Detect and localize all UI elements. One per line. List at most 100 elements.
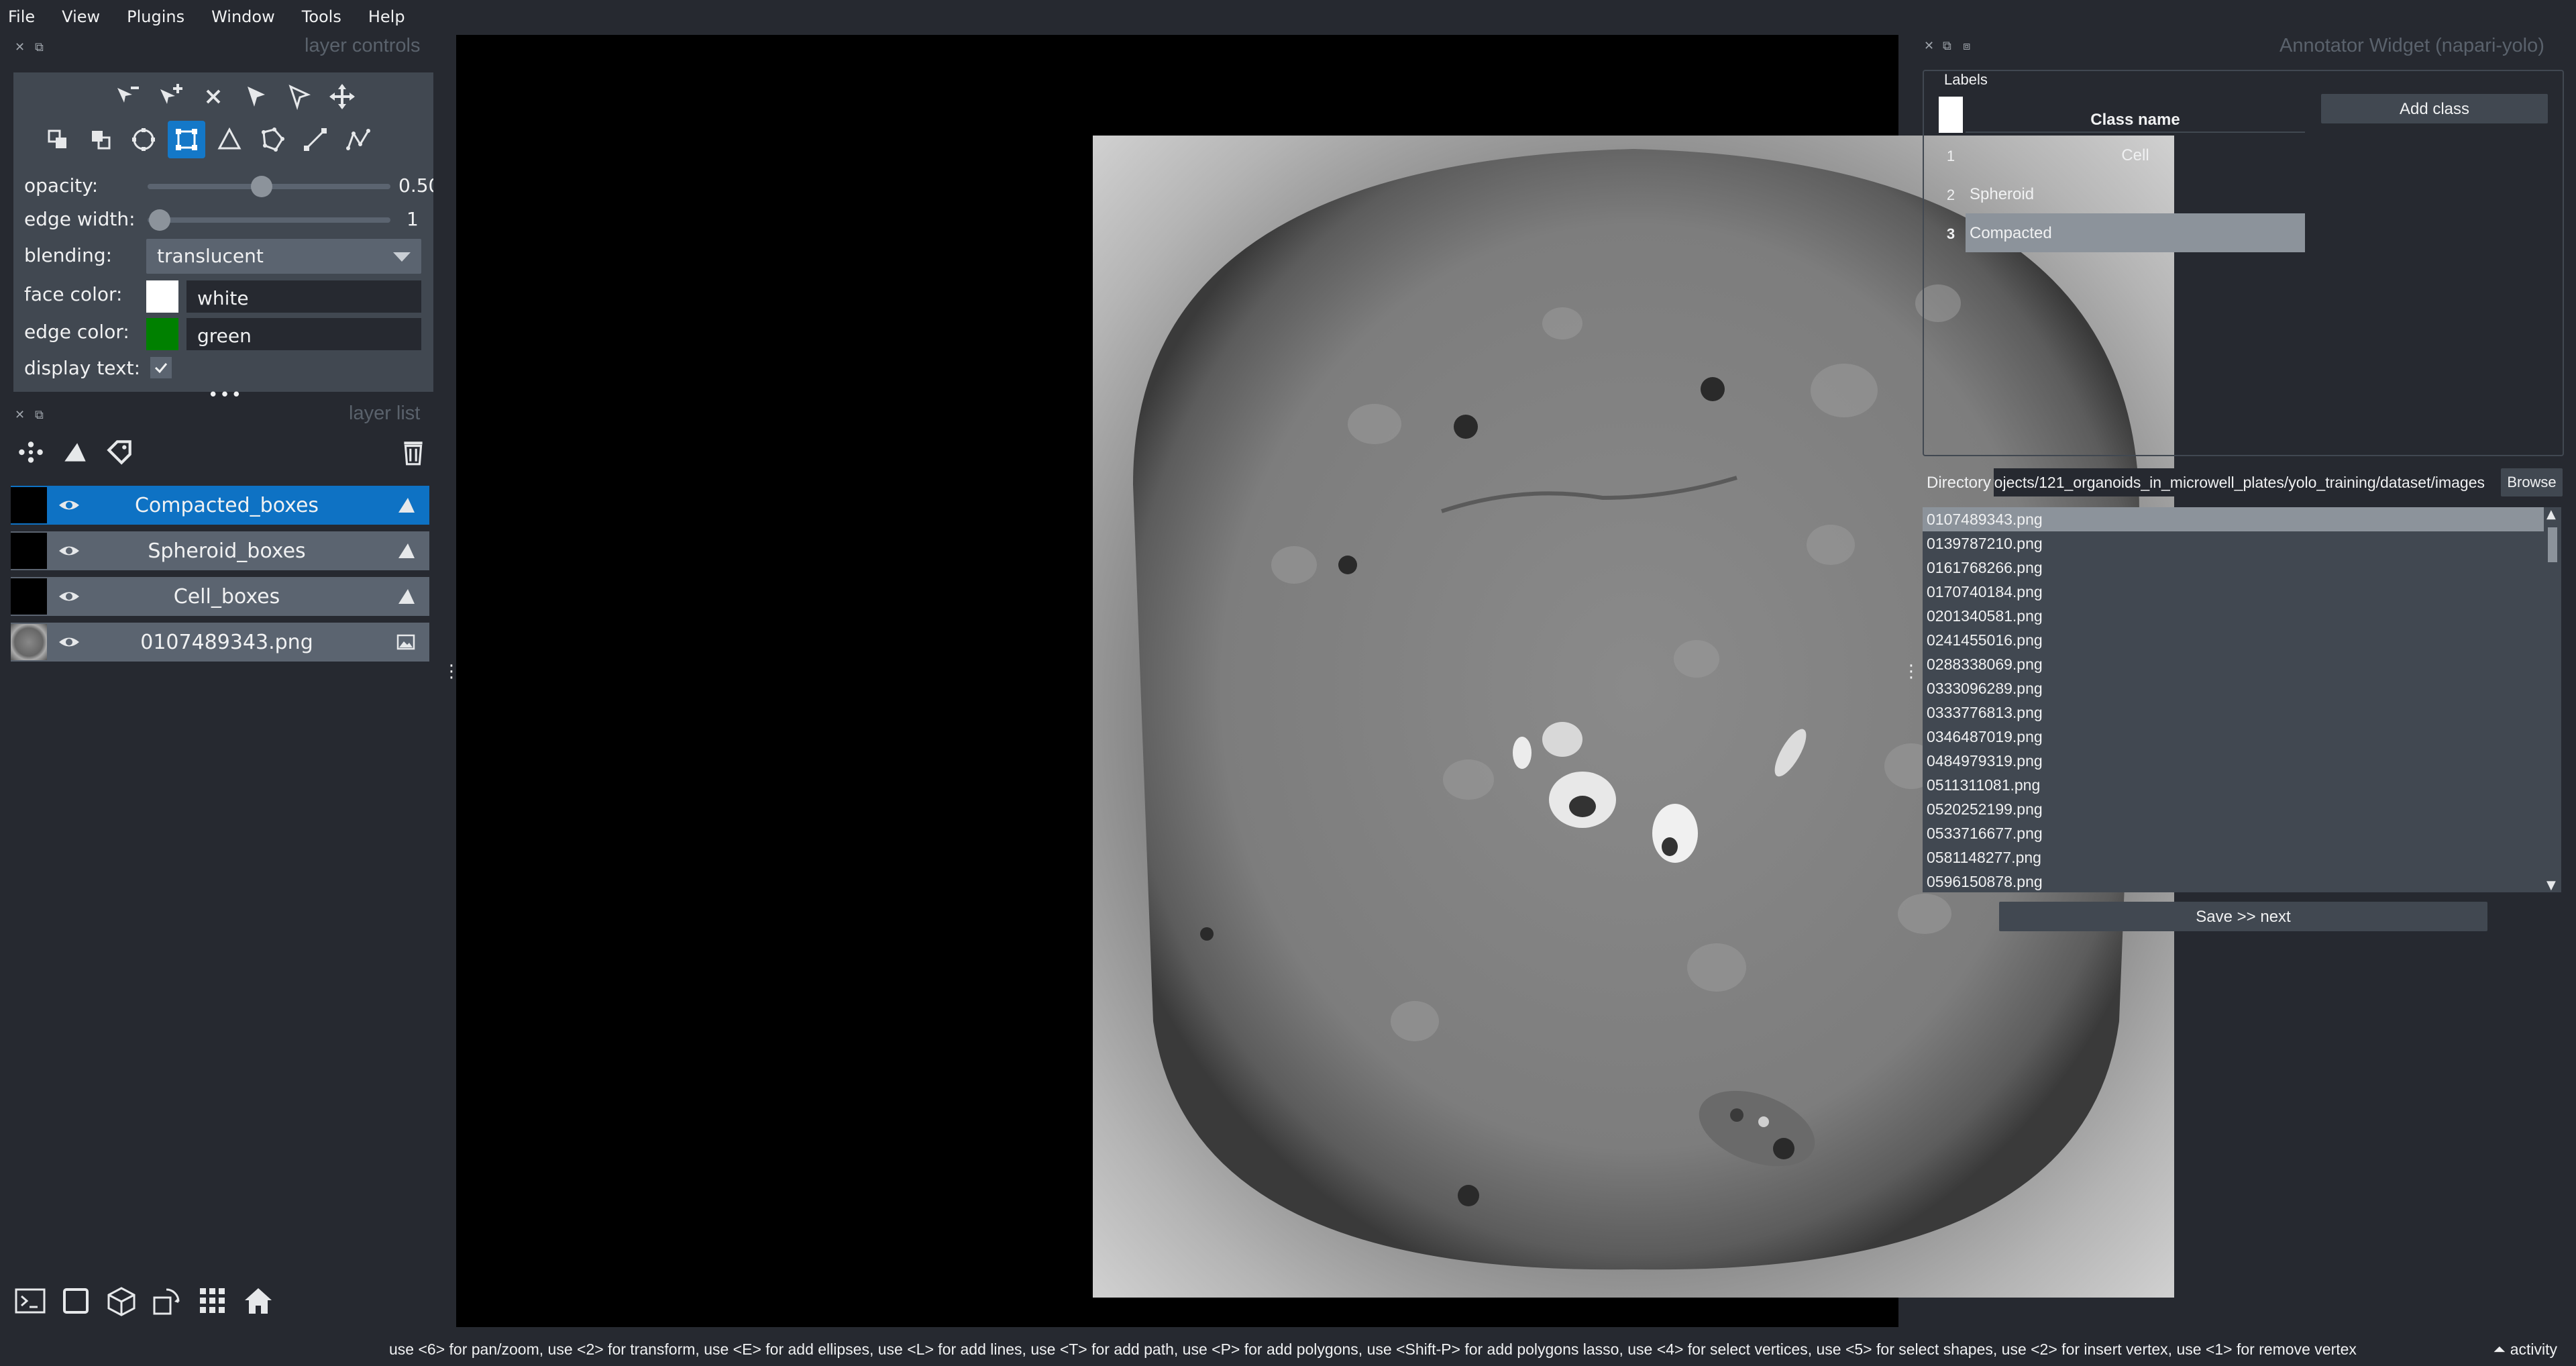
dock-close-icon[interactable]: ✕: [1924, 39, 1934, 53]
list-item[interactable]: 0170740184.png: [1923, 580, 2544, 604]
table-row[interactable]: Compacted: [1966, 213, 2305, 252]
table-row[interactable]: Cell: [1966, 136, 2305, 174]
dock-float-icon[interactable]: ⧉: [35, 40, 44, 54]
dock-float-icon[interactable]: ⧉: [1943, 39, 1951, 53]
shapes-layer-icon: [398, 498, 415, 513]
ellipse-icon[interactable]: [125, 121, 162, 158]
visibility-eye-icon[interactable]: [58, 496, 80, 514]
list-item[interactable]: 0139787210.png: [1923, 531, 2544, 556]
file-list[interactable]: 0107489343.png 0139787210.png 0161768266…: [1923, 507, 2544, 892]
add-vertex-icon[interactable]: [152, 78, 189, 115]
scrollbar-thumb[interactable]: [2548, 527, 2557, 562]
save-next-button[interactable]: Save >> next: [1999, 902, 2487, 931]
remove-vertex-icon[interactable]: [109, 78, 146, 115]
table-row[interactable]: Spheroid: [1966, 174, 2305, 213]
menu-view[interactable]: View: [62, 7, 100, 26]
pan-zoom-icon[interactable]: [323, 78, 361, 115]
list-item[interactable]: 0346487019.png: [1923, 725, 2544, 749]
opacity-slider-handle[interactable]: [251, 176, 272, 197]
table-corner[interactable]: [1939, 97, 1963, 133]
dock-float-icon[interactable]: ⧉: [35, 408, 44, 422]
face-color-swatch[interactable]: [146, 280, 178, 313]
list-item[interactable]: 0201340581.png: [1923, 604, 2544, 628]
visibility-eye-icon[interactable]: [58, 588, 80, 605]
list-item[interactable]: 0241455016.png: [1923, 628, 2544, 652]
opacity-value: 0.50: [398, 174, 433, 197]
line-icon[interactable]: [297, 121, 334, 158]
checkmark-icon: [154, 363, 168, 374]
splitter-handle-icon[interactable]: ⋮: [1902, 663, 1920, 680]
dock-close-icon[interactable]: ✕: [15, 40, 25, 54]
class-table[interactable]: Class name 1 Cell 2 Spheroid 3 Compacted: [1936, 94, 2306, 254]
menu-help[interactable]: Help: [368, 7, 405, 26]
new-points-layer-icon[interactable]: [11, 432, 51, 472]
visibility-eye-icon[interactable]: [58, 542, 80, 560]
transpose-icon[interactable]: [148, 1281, 186, 1320]
list-item[interactable]: 0520252199.png: [1923, 797, 2544, 821]
edge-color-swatch[interactable]: [146, 318, 178, 350]
home-icon[interactable]: [239, 1281, 278, 1320]
list-item[interactable]: 0107489343.png: [1923, 507, 2544, 531]
path-icon[interactable]: [339, 121, 377, 158]
edge-color-input[interactable]: green: [186, 318, 421, 350]
menu-tools[interactable]: Tools: [302, 7, 341, 26]
menu-file[interactable]: File: [8, 7, 35, 26]
labels-title: Labels: [1941, 71, 1990, 89]
display-text-checkbox[interactable]: [150, 357, 172, 378]
edge-width-slider-handle[interactable]: [149, 209, 170, 231]
select-shape-icon[interactable]: [237, 78, 275, 115]
new-shapes-layer-icon[interactable]: [55, 432, 95, 472]
splitter-handle-icon[interactable]: ⋮: [443, 663, 460, 680]
move-front-icon[interactable]: [82, 121, 119, 158]
rectangle-icon[interactable]: [168, 121, 205, 158]
menu-plugins[interactable]: Plugins: [127, 7, 184, 26]
toggle-ndisplay-icon[interactable]: [56, 1281, 95, 1320]
layer-thumbnail: [11, 624, 47, 660]
splitter-handle-icon[interactable]: •••: [208, 385, 243, 405]
layer-thumbnail: [11, 578, 47, 615]
delete-shape-icon[interactable]: [195, 78, 232, 115]
activity-button[interactable]: ⏶ activity: [2493, 1341, 2557, 1359]
viewer-canvas[interactable]: [456, 35, 2174, 1327]
list-item[interactable]: 0288338069.png: [1923, 652, 2544, 676]
scroll-down-icon[interactable]: ▼: [2546, 878, 2556, 892]
select-vertex-icon[interactable]: [280, 78, 318, 115]
layer-row[interactable]: Compacted_boxes: [11, 486, 429, 525]
edge-width-slider[interactable]: [148, 217, 390, 223]
triangle-icon[interactable]: [211, 121, 248, 158]
add-class-button[interactable]: Add class: [2321, 94, 2548, 123]
visibility-eye-icon[interactable]: [58, 633, 80, 651]
row-number: 2: [1946, 187, 1955, 203]
dock-close-icon[interactable]: ✕: [15, 408, 25, 422]
list-item[interactable]: 0533716677.png: [1923, 821, 2544, 845]
layer-row[interactable]: 0107489343.png: [11, 623, 429, 662]
menu-window[interactable]: Window: [211, 7, 275, 26]
delete-layer-icon[interactable]: [393, 432, 433, 472]
list-item[interactable]: 0161768266.png: [1923, 556, 2544, 580]
list-item[interactable]: 0511311081.png: [1923, 773, 2544, 797]
new-labels-layer-icon[interactable]: [99, 432, 140, 472]
directory-input[interactable]: projects/121_organoids_in_microwell_plat…: [1994, 468, 2485, 496]
move-back-icon[interactable]: [39, 121, 76, 158]
list-item[interactable]: 0581148277.png: [1923, 845, 2544, 870]
list-item[interactable]: 0333776813.png: [1923, 700, 2544, 725]
layer-list-title: layer list: [349, 403, 421, 424]
blending-select[interactable]: translucent: [146, 239, 421, 274]
list-item[interactable]: 0596150878.png: [1923, 870, 2544, 892]
table-header-class-name[interactable]: Class name: [1966, 97, 2305, 133]
layer-row[interactable]: Cell_boxes: [11, 577, 429, 616]
browse-button[interactable]: Browse: [2501, 468, 2563, 496]
grid-icon[interactable]: [193, 1281, 232, 1320]
polygon-icon[interactable]: [254, 121, 291, 158]
file-list-scrollbar[interactable]: ▲ ▼: [2544, 507, 2561, 892]
layer-row[interactable]: Spheroid_boxes: [11, 531, 429, 570]
console-icon[interactable]: [11, 1281, 50, 1320]
roll-dims-icon[interactable]: [102, 1281, 141, 1320]
list-item[interactable]: 0333096289.png: [1923, 676, 2544, 700]
dock-pin-icon[interactable]: ⧈: [1963, 39, 1970, 53]
status-text: use <6> for pan/zoom, use <2> for transf…: [389, 1341, 2357, 1358]
face-color-input[interactable]: white: [186, 280, 421, 313]
scroll-up-icon[interactable]: ▲: [2546, 507, 2556, 521]
layer-name: Compacted_boxes: [134, 494, 319, 517]
list-item[interactable]: 0484979319.png: [1923, 749, 2544, 773]
